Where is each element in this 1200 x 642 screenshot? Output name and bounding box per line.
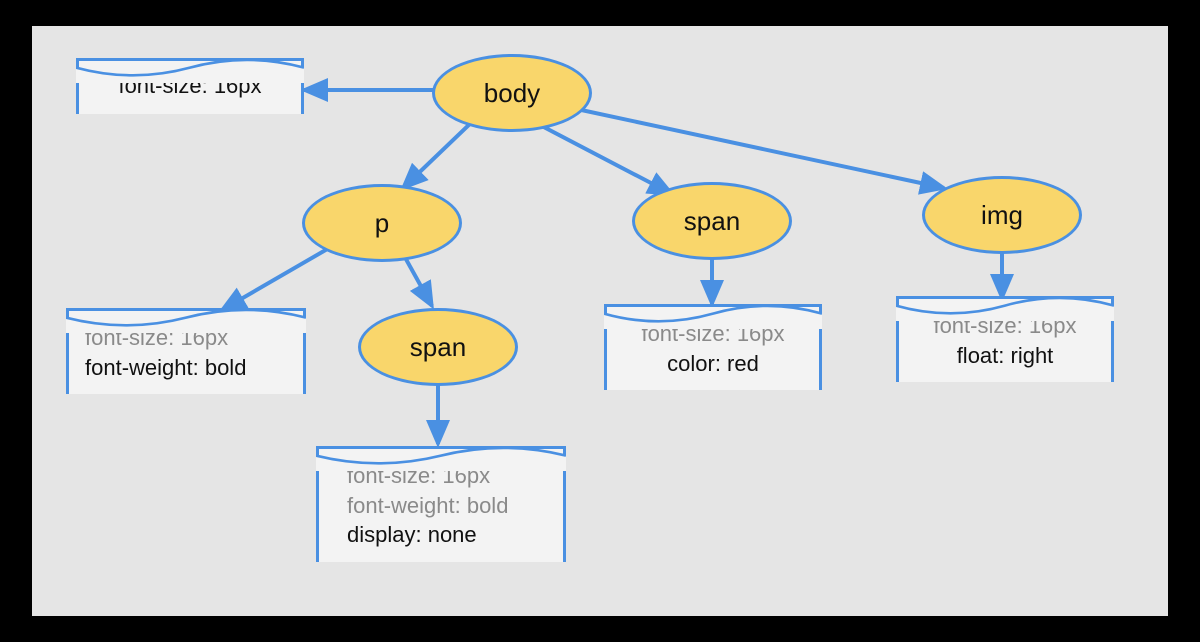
css-prop-own: font-weight: bold bbox=[85, 353, 287, 383]
node-p: p bbox=[302, 184, 462, 262]
node-span-nested: span bbox=[358, 308, 518, 386]
node-img: img bbox=[922, 176, 1082, 254]
edge-body-to-span bbox=[538, 124, 672, 194]
css-card-span: font-size: 16px color: red bbox=[604, 304, 822, 390]
node-body: body bbox=[432, 54, 592, 132]
node-label: span bbox=[410, 332, 466, 363]
css-card-img: font-size: 16px float: right bbox=[896, 296, 1114, 382]
node-label: img bbox=[981, 200, 1023, 231]
edge-body-to-p bbox=[403, 120, 474, 188]
diagram-canvas: body p span img span font-size: 16px fon… bbox=[32, 26, 1168, 616]
css-card-body: font-size: 16px bbox=[76, 58, 304, 114]
css-card-p: font-size: 16px font-weight: bold bbox=[66, 308, 306, 394]
edge-body-to-img bbox=[572, 108, 944, 188]
css-prop-own: display: none bbox=[347, 520, 547, 550]
node-label: body bbox=[484, 78, 540, 109]
node-label: p bbox=[375, 208, 389, 239]
node-label: span bbox=[684, 206, 740, 237]
css-card-span-nested: font-size: 16px font-weight: bold displa… bbox=[316, 446, 566, 562]
css-prop-own: float: right bbox=[915, 341, 1095, 371]
edge-p-to-css bbox=[222, 244, 336, 310]
css-prop-inherited: font-weight: bold bbox=[347, 491, 547, 521]
node-span: span bbox=[632, 182, 792, 260]
css-prop-own: color: red bbox=[623, 349, 803, 379]
